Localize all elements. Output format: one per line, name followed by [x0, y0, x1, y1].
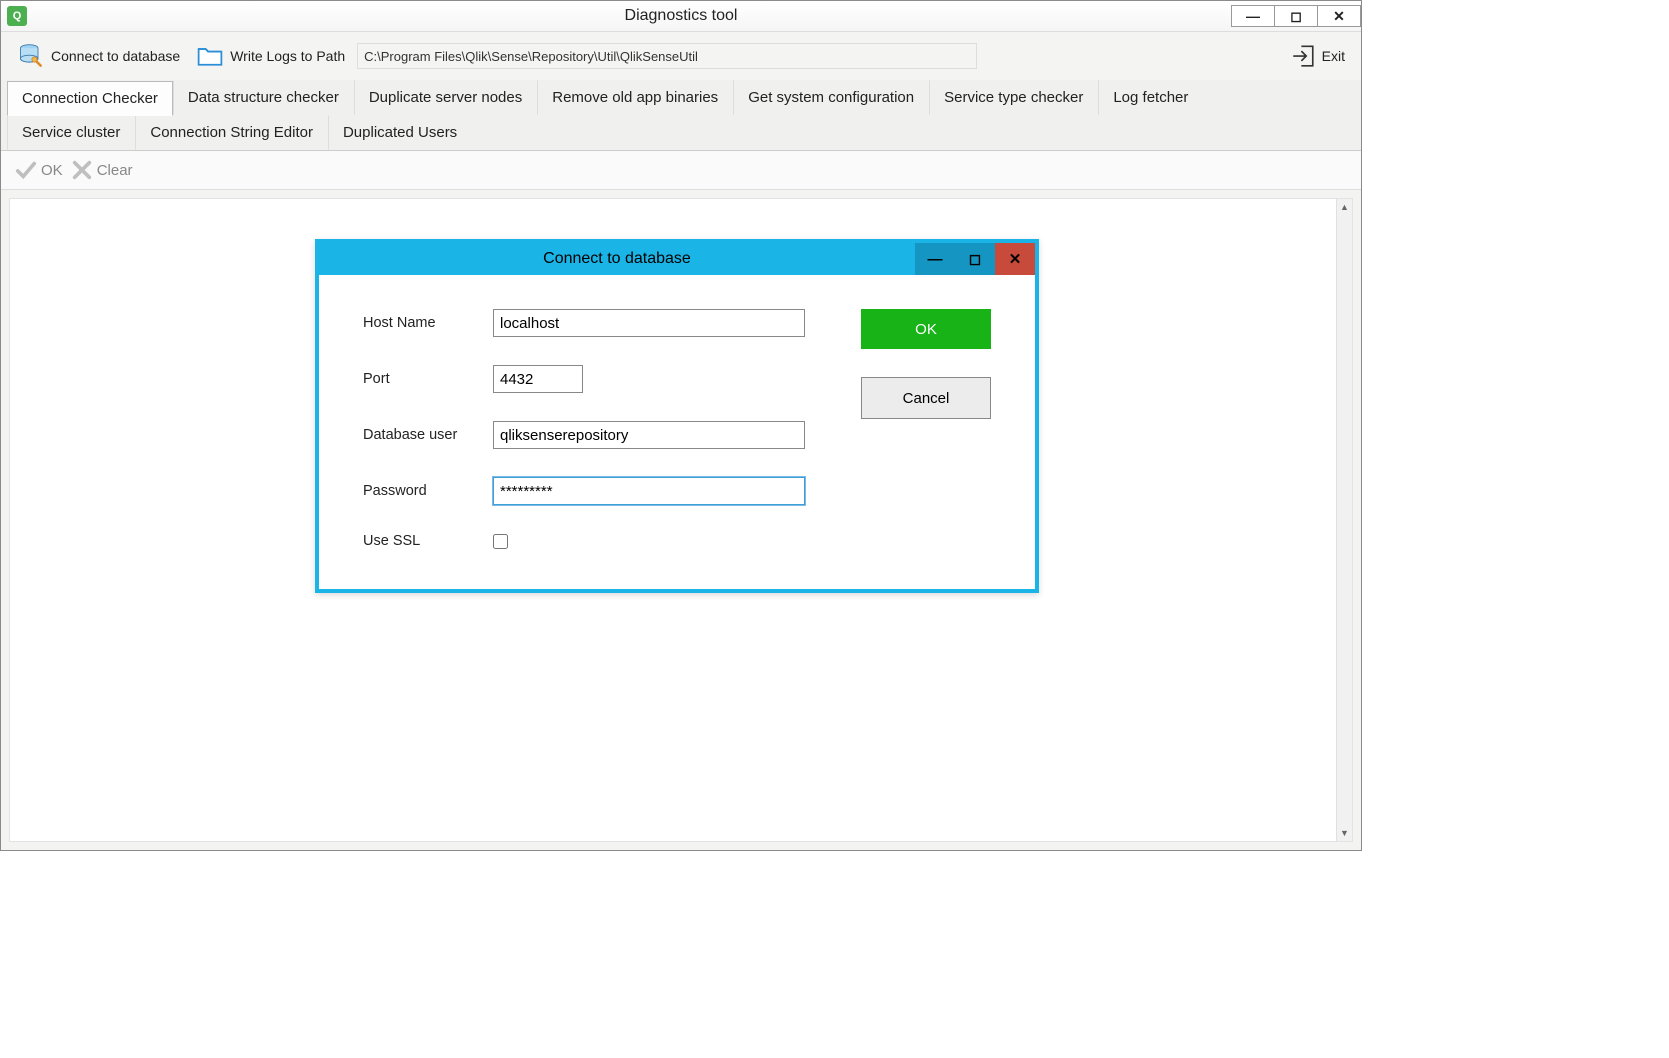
- x-icon: [71, 159, 93, 181]
- minimize-button[interactable]: —: [1231, 5, 1275, 27]
- dialog-minimize-button[interactable]: —: [915, 243, 955, 275]
- action-bar: OK Clear: [1, 151, 1361, 190]
- tab-remove-old-app-binaries[interactable]: Remove old app binaries: [537, 80, 733, 115]
- content-panel: ▲ ▼ Connect to database — ◻ ✕ Host Na: [9, 198, 1353, 842]
- exit-label: Exit: [1322, 48, 1345, 64]
- tab-strip-bottom: Service cluster Connection String Editor…: [1, 115, 1361, 151]
- write-logs-label: Write Logs to Path: [230, 48, 345, 64]
- tab-service-type-checker[interactable]: Service type checker: [929, 80, 1098, 115]
- database-user-label: Database user: [363, 427, 493, 443]
- port-input[interactable]: [493, 365, 583, 393]
- maximize-button[interactable]: ◻: [1274, 5, 1318, 27]
- exit-icon: [1290, 43, 1316, 69]
- clear-action-label: Clear: [97, 162, 133, 179]
- port-label: Port: [363, 371, 493, 387]
- tab-log-fetcher[interactable]: Log fetcher: [1098, 80, 1203, 115]
- close-button[interactable]: ✕: [1317, 5, 1361, 27]
- connect-database-dialog: Connect to database — ◻ ✕ Host Name: [315, 239, 1039, 593]
- main-window: Q Diagnostics tool — ◻ ✕ Connect to data…: [0, 0, 1362, 851]
- database-icon: [17, 42, 45, 70]
- tab-strip-top: Connection Checker Data structure checke…: [1, 80, 1361, 115]
- scroll-down-icon[interactable]: ▼: [1337, 825, 1352, 841]
- write-logs-button[interactable]: Write Logs to Path: [188, 38, 353, 74]
- main-toolbar: Connect to database Write Logs to Path E…: [1, 31, 1361, 80]
- tab-data-structure-checker[interactable]: Data structure checker: [173, 80, 354, 115]
- dialog-titlebar: Connect to database — ◻ ✕: [319, 243, 1035, 275]
- tab-connection-string-editor[interactable]: Connection String Editor: [135, 115, 328, 150]
- vertical-scrollbar[interactable]: ▲ ▼: [1336, 199, 1352, 841]
- password-label: Password: [363, 483, 493, 499]
- password-input[interactable]: [493, 477, 805, 505]
- host-name-input[interactable]: [493, 309, 805, 337]
- folder-icon: [196, 42, 224, 70]
- check-icon: [15, 159, 37, 181]
- dialog-ok-button[interactable]: OK: [861, 309, 991, 349]
- tab-get-system-configuration[interactable]: Get system configuration: [733, 80, 929, 115]
- logs-path-input[interactable]: [357, 43, 977, 69]
- ok-action-label: OK: [41, 162, 63, 179]
- tab-duplicated-users[interactable]: Duplicated Users: [328, 115, 472, 150]
- dialog-title: Connect to database: [319, 250, 915, 268]
- content-area: ▲ ▼ Connect to database — ◻ ✕ Host Na: [1, 190, 1361, 850]
- tab-service-cluster[interactable]: Service cluster: [7, 115, 135, 150]
- dialog-maximize-button[interactable]: ◻: [955, 243, 995, 275]
- exit-button[interactable]: Exit: [1282, 39, 1353, 73]
- dialog-cancel-button[interactable]: Cancel: [861, 377, 991, 419]
- window-title: Diagnostics tool: [1, 7, 1361, 25]
- tab-duplicate-server-nodes[interactable]: Duplicate server nodes: [354, 80, 537, 115]
- ok-action-button[interactable]: OK: [15, 159, 63, 181]
- use-ssl-label: Use SSL: [363, 533, 493, 549]
- connect-database-button[interactable]: Connect to database: [9, 38, 188, 74]
- connect-database-label: Connect to database: [51, 48, 180, 64]
- app-icon: Q: [7, 6, 27, 26]
- use-ssl-checkbox[interactable]: [493, 534, 508, 549]
- clear-action-button[interactable]: Clear: [71, 159, 133, 181]
- database-user-input[interactable]: [493, 421, 805, 449]
- host-name-label: Host Name: [363, 315, 493, 331]
- dialog-form: Host Name Port Database user Passwo: [363, 309, 821, 549]
- titlebar: Q Diagnostics tool — ◻ ✕: [1, 1, 1361, 31]
- scroll-up-icon[interactable]: ▲: [1337, 199, 1352, 215]
- dialog-close-button[interactable]: ✕: [995, 243, 1035, 275]
- tab-connection-checker[interactable]: Connection Checker: [7, 81, 173, 116]
